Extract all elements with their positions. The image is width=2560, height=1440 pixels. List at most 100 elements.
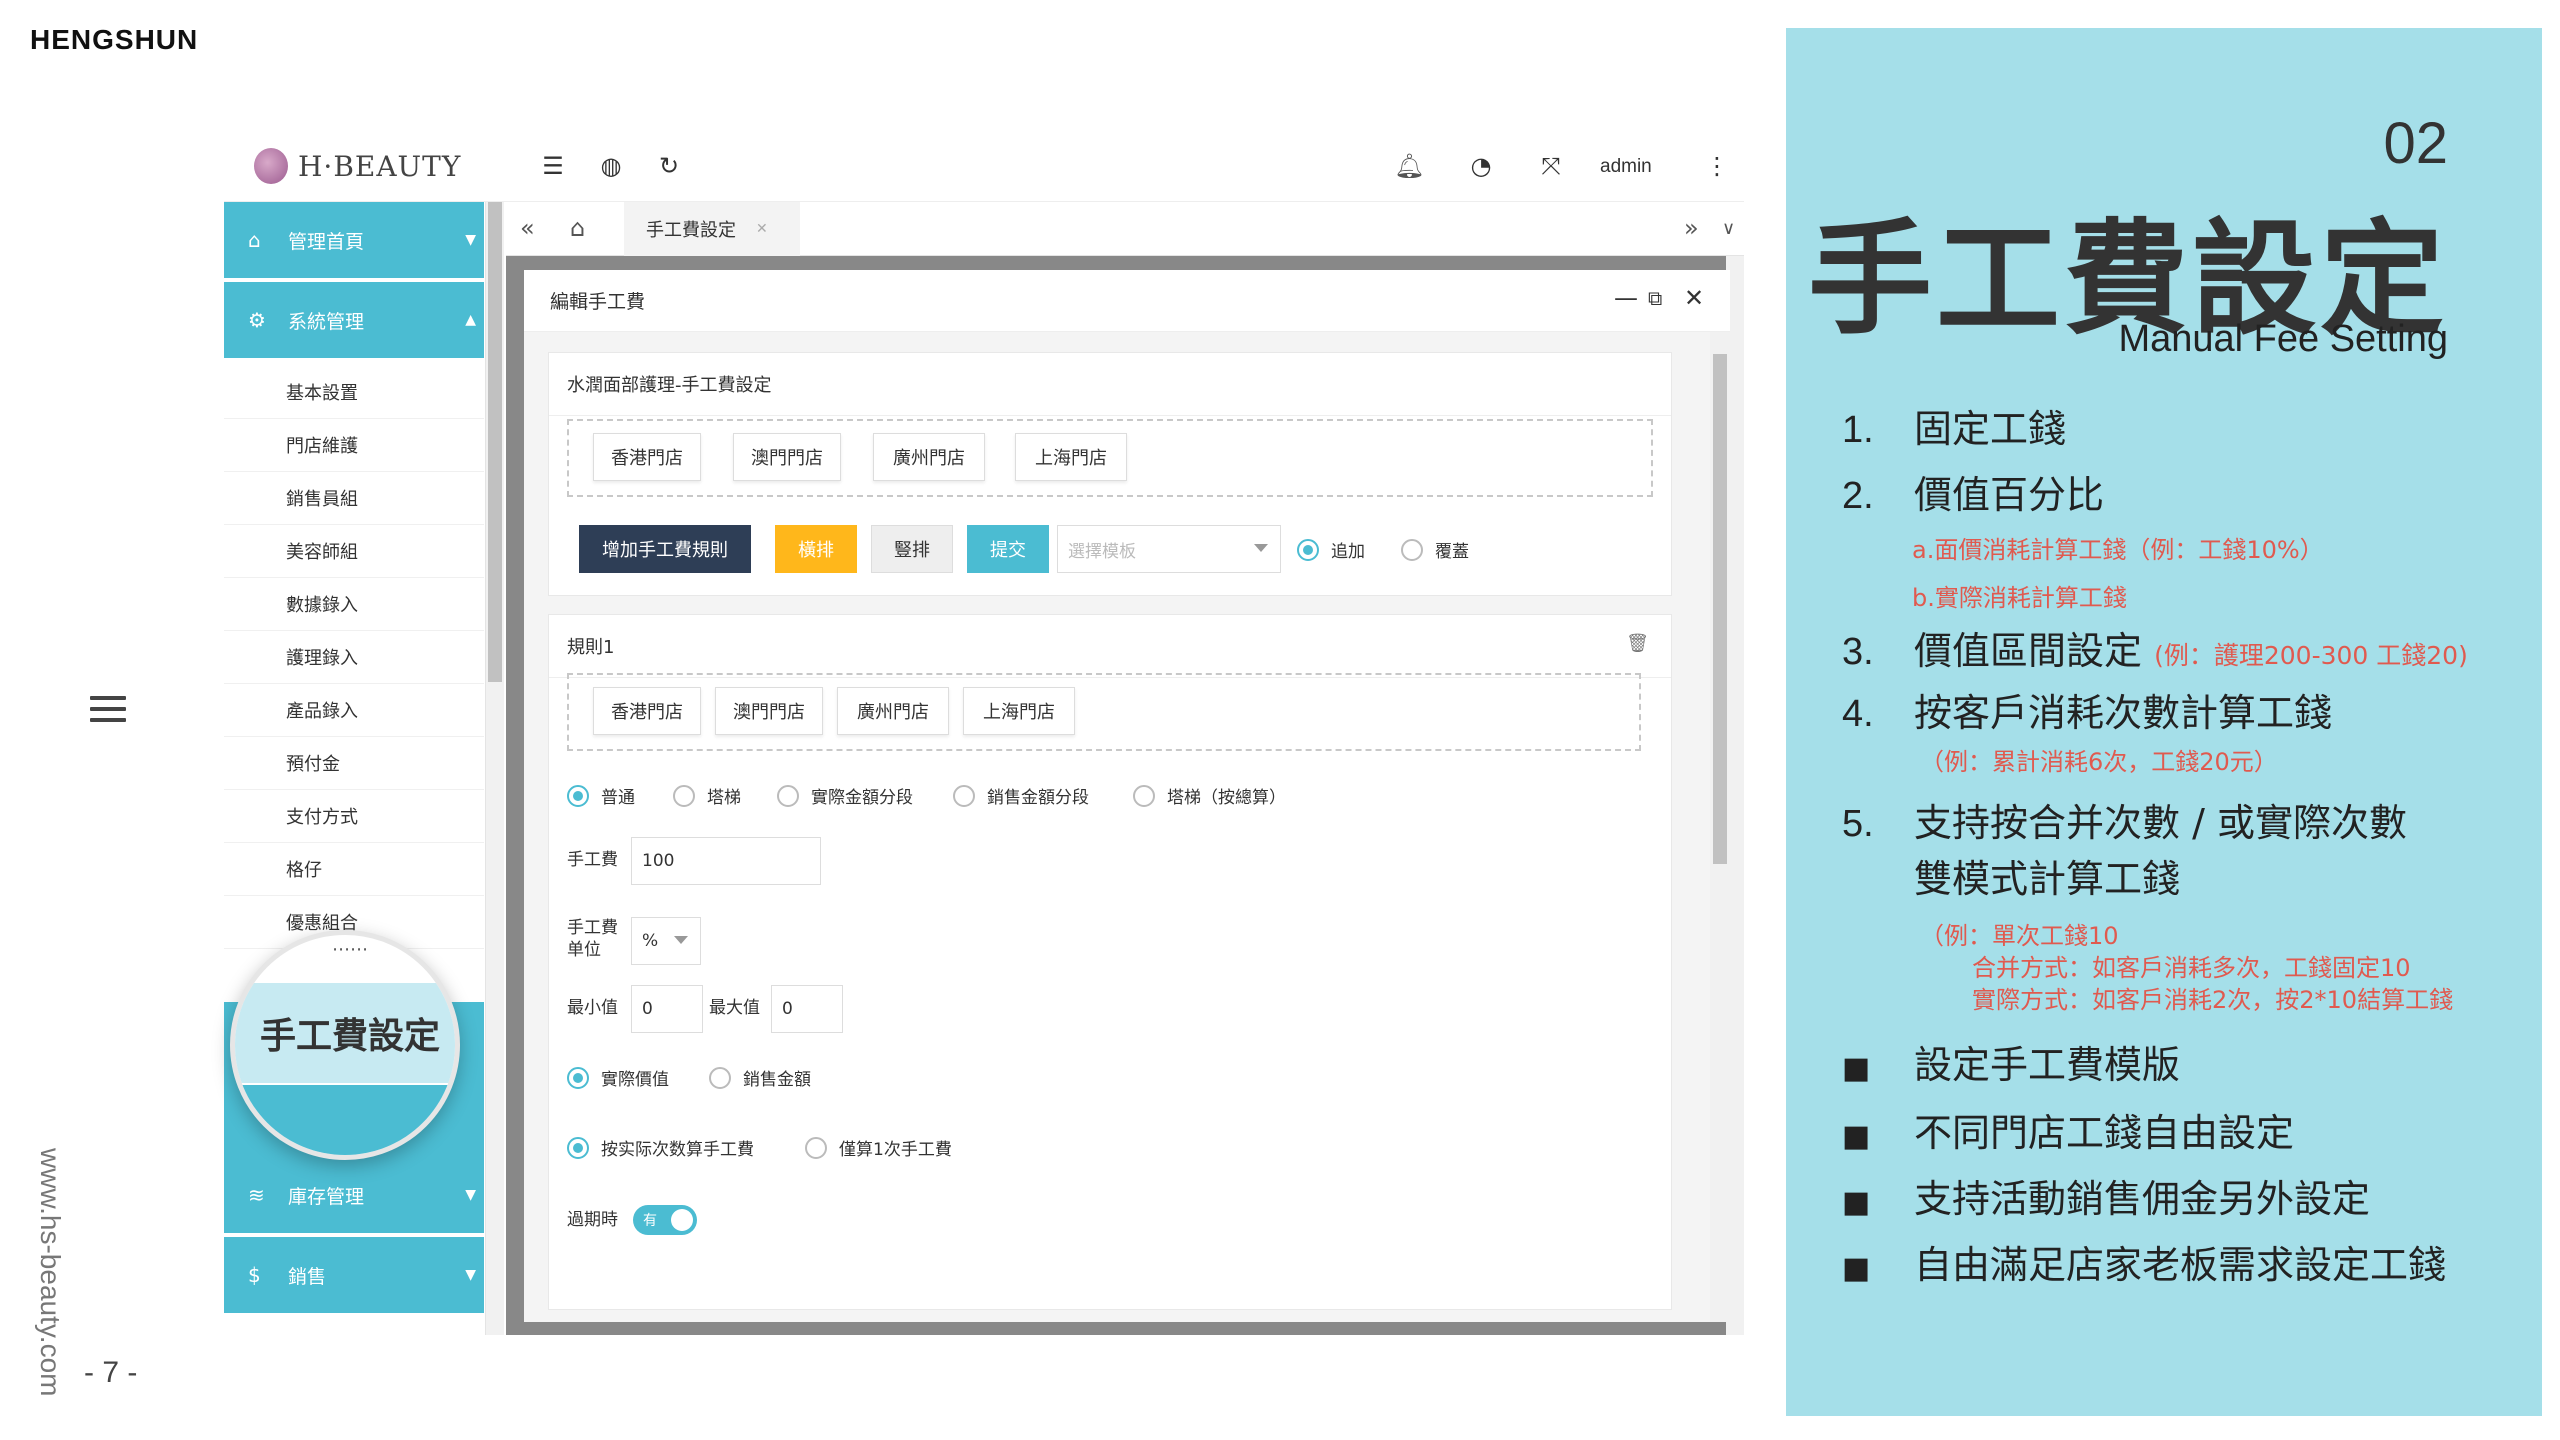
tab-manual-fee[interactable]: 手工費設定 ✕	[624, 202, 800, 256]
menu-toggle-icon[interactable]: ☰	[538, 152, 568, 180]
fee-label: 手工費	[567, 850, 618, 870]
chevron-down-icon[interactable]: ∨	[1722, 218, 1735, 239]
vertical-layout-button[interactable]: 豎排	[871, 525, 953, 573]
store-button[interactable]: 澳門門店	[715, 687, 823, 735]
sidebar-item-home[interactable]: ⌂ 管理首頁 ▼	[224, 202, 484, 278]
sidebar-subitem[interactable]: 護理錄入	[224, 631, 484, 684]
globe-icon[interactable]: ◍	[596, 152, 626, 180]
home-tab-icon[interactable]: ⌂	[570, 214, 585, 242]
radio-fee-type[interactable]: 塔梯	[673, 783, 741, 808]
min-input[interactable]: 0	[631, 985, 703, 1033]
feature-item: 5. 支持按合并次數 / 或實際次數	[1842, 792, 2407, 847]
minimize-icon[interactable]: —	[1614, 284, 1638, 312]
select-placeholder: 選擇模板	[1068, 541, 1136, 562]
radio-label: 普通	[601, 788, 635, 808]
trash-icon[interactable]: 🗑︎	[1626, 633, 1649, 654]
sidebar: ⌂ 管理首頁 ▼ ⚙ 系統管理 ▲ 基本設置 門店維護 銷售員組 美容師組 數據…	[224, 202, 486, 1335]
edit-manual-fee-dialog: 編輯手工費 — ⧉ ✕ 水潤面部護理-手工費設定 香港門店 澳門門店 廣州門店 …	[524, 270, 1730, 1322]
sidebar-item-stock[interactable]: ≋ 庫存管理 ▼	[224, 1157, 484, 1233]
fee-input[interactable]: 100	[631, 837, 821, 885]
inline-note: (例：護理200-300 工錢20)	[2154, 641, 2468, 670]
note-text: 合并方式：如客戶消耗多次，工錢固定10	[1972, 954, 2411, 982]
scroll-right-icon[interactable]: »	[1684, 214, 1699, 242]
expiry-label: 過期時	[567, 1210, 618, 1230]
bullet-text: 設定手工費模版	[1914, 1043, 2181, 1087]
item-text: 固定工錢	[1914, 407, 2067, 451]
close-tab-icon[interactable]: ✕	[756, 221, 768, 237]
dialog-scrollbar[interactable]	[1710, 332, 1730, 1322]
radio-fee-type[interactable]: 塔梯（按總算）	[1133, 783, 1286, 808]
item-number: 1.	[1842, 409, 1874, 451]
close-icon[interactable]: ✕	[1684, 284, 1704, 312]
square-bullet-icon: ■	[1842, 1185, 1871, 1220]
store-button[interactable]: 上海門店	[963, 687, 1075, 735]
feature-item: 2. 價值百分比	[1842, 464, 2104, 519]
sidebar-subitem[interactable]: 預付金	[224, 737, 484, 790]
radio-label: 追加	[1331, 542, 1365, 562]
sidebar-item-sales[interactable]: $ 銷售 ▼	[224, 1237, 484, 1313]
sidebar-subitem[interactable]: 格仔	[224, 843, 484, 896]
radio-fee-type[interactable]: 實際金額分段	[777, 783, 913, 808]
sidebar-subitem[interactable]: 美容師組	[224, 525, 484, 578]
fullscreen-icon[interactable]: ⤧	[1536, 152, 1566, 180]
brand-name: HENGSHUN	[30, 24, 199, 55]
theme-icon[interactable]: ◔	[1466, 152, 1496, 180]
sidebar-item-system[interactable]: ⚙ 系統管理 ▲	[224, 282, 484, 358]
horizontal-layout-button[interactable]: 橫排	[775, 525, 857, 573]
more-icon[interactable]: ⋮	[1702, 152, 1732, 180]
store-button[interactable]: 廣州門店	[873, 433, 985, 481]
bullet-item: ■ 支持活動銷售佣金另外設定	[1842, 1168, 2370, 1223]
sidebar-subitem[interactable]: 銷售員組	[224, 472, 484, 525]
sidebar-subitem[interactable]: 基本設置	[224, 366, 484, 419]
unit-value: %	[642, 931, 659, 951]
radio-append[interactable]: 追加	[1297, 537, 1365, 562]
unit-label-line: 手工費	[567, 918, 618, 938]
refresh-icon[interactable]: ↻	[654, 152, 684, 180]
scroll-thumb[interactable]	[488, 202, 502, 682]
user-name[interactable]: admin	[1600, 156, 1652, 178]
scroll-left-icon[interactable]: «	[520, 214, 535, 242]
expiry-toggle[interactable]: 有	[633, 1205, 697, 1235]
radio-label: 實際價值	[601, 1070, 669, 1090]
bullet-text: 自由滿足店家老板需求設定工錢	[1914, 1243, 2447, 1287]
note-text: （例：累計消耗6次，工錢20元）	[1920, 748, 2278, 776]
radio-overwrite[interactable]: 覆蓋	[1401, 537, 1469, 562]
app-logo[interactable]: H·BEAUTY	[254, 148, 461, 184]
scroll-thumb[interactable]	[1713, 354, 1727, 864]
logo-text: H·BEAUTY	[298, 149, 462, 183]
sidebar-subitem[interactable]: 數據錄入	[224, 578, 484, 631]
sidebar-item-label: 銷售	[288, 1265, 327, 1288]
radio-label: 僅算1次手工費	[839, 1140, 952, 1160]
store-button[interactable]: 廣州門店	[837, 687, 949, 735]
sidebar-subitem[interactable]: 門店維護	[224, 419, 484, 472]
radio-fee-type[interactable]: 銷售金額分段	[953, 783, 1089, 808]
store-button[interactable]: 香港門店	[593, 687, 701, 735]
maximize-icon[interactable]: ⧉	[1648, 286, 1662, 310]
sidebar-subitem[interactable]: 產品錄入	[224, 684, 484, 737]
info-panel: 02 手工費設定 Manual Fee Setting 1. 固定工錢 2. 價值百…	[1786, 28, 2542, 1416]
store-button[interactable]: 上海門店	[1015, 433, 1127, 481]
magnifier-bottom-band	[235, 1085, 455, 1155]
magnified-menu-item: 手工費設定	[235, 983, 455, 1083]
feature-item: 4. 按客戶消耗次數計算工錢	[1842, 682, 2332, 737]
radio-value-type[interactable]: 銷售金額	[709, 1065, 811, 1090]
radio-count-type[interactable]: 按实际次数算手工費	[567, 1135, 754, 1160]
dialog-body: 水潤面部護理-手工費設定 香港門店 澳門門店 廣州門店 上海門店 增加手工費規則…	[524, 332, 1730, 1322]
template-select[interactable]: 選擇模板	[1057, 525, 1281, 573]
bell-icon[interactable]: 🔔︎	[1394, 152, 1424, 180]
radio-value-type[interactable]: 實際價值	[567, 1065, 669, 1090]
max-input[interactable]: 0	[771, 985, 843, 1033]
sidebar-scrollbar[interactable]	[486, 202, 504, 1335]
note-text: b.實際消耗計算工錢	[1912, 584, 2127, 612]
radio-count-type[interactable]: 僅算1次手工費	[805, 1135, 952, 1160]
item-text: 價值區間設定	[1914, 629, 2143, 673]
store-button[interactable]: 澳門門店	[733, 433, 841, 481]
radio-fee-type[interactable]: 普通	[567, 783, 635, 808]
stack-icon: ≋	[248, 1183, 265, 1207]
store-button[interactable]: 香港門店	[593, 433, 701, 481]
sidebar-subitem[interactable]: 支付方式	[224, 790, 484, 843]
submit-button[interactable]: 提交	[967, 525, 1049, 573]
unit-select[interactable]: %	[631, 917, 701, 965]
add-rule-button[interactable]: 增加手工費規則	[579, 525, 751, 573]
square-bullet-icon: ■	[1842, 1251, 1871, 1286]
